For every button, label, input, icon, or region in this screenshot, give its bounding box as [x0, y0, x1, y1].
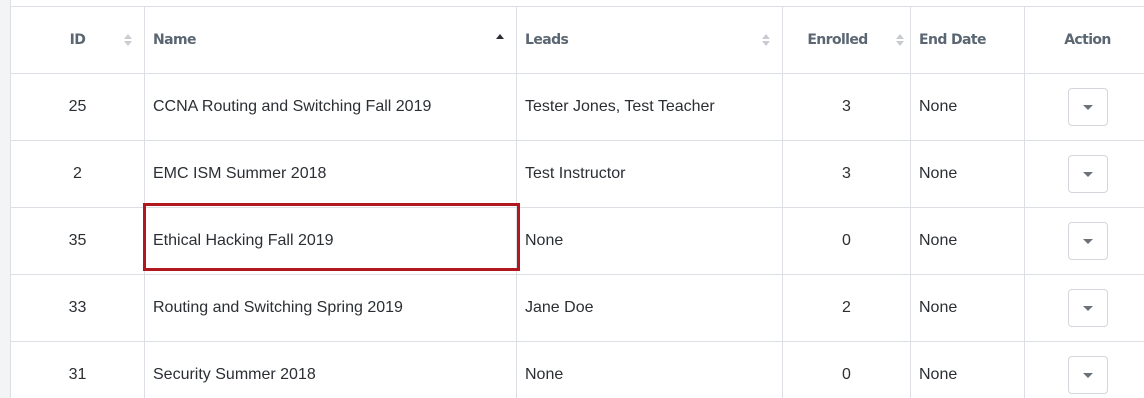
cell-enrolled: 3: [782, 140, 911, 208]
caret-down-icon: [1082, 104, 1093, 110]
column-header-label: Action: [1064, 32, 1111, 48]
sort-icon[interactable]: [896, 34, 904, 46]
column-header-action: Action: [1024, 6, 1144, 74]
cell-name: Ethical Hacking Fall 2019: [144, 207, 517, 275]
courses-table: ID Name Leads Enrolled End Date Action 2…: [10, 6, 1144, 398]
action-dropdown-button[interactable]: [1067, 356, 1108, 394]
table-row: 2 EMC ISM Summer 2018 Test Instructor 3 …: [10, 140, 1144, 208]
action-dropdown-button[interactable]: [1067, 155, 1108, 193]
cell-action: [1024, 73, 1144, 141]
action-dropdown-button[interactable]: [1067, 88, 1108, 126]
cell-name: EMC ISM Summer 2018: [144, 140, 517, 208]
cell-id: 35: [10, 207, 145, 275]
caret-down-icon: [1082, 305, 1093, 311]
cell-name: Security Summer 2018: [144, 341, 517, 398]
table-header-row: ID Name Leads Enrolled End Date Action: [10, 6, 1144, 74]
caret-down-icon: [1082, 171, 1093, 177]
column-header-name[interactable]: Name: [144, 6, 517, 74]
caret-down-icon: [1082, 238, 1093, 244]
table-row: 25 CCNA Routing and Switching Fall 2019 …: [10, 73, 1144, 141]
table-row: 33 Routing and Switching Spring 2019 Jan…: [10, 274, 1144, 342]
cell-id: 31: [10, 341, 145, 398]
cell-action: [1024, 140, 1144, 208]
cell-end-date: None: [910, 73, 1025, 141]
sort-icon[interactable]: [762, 34, 770, 46]
cell-end-date: None: [910, 140, 1025, 208]
action-dropdown-button[interactable]: [1067, 289, 1108, 327]
cell-id: 2: [10, 140, 145, 208]
cell-leads: Tester Jones, Test Teacher: [516, 73, 783, 141]
cell-id: 25: [10, 73, 145, 141]
column-header-label: Enrolled: [807, 32, 868, 48]
cell-leads: None: [516, 207, 783, 275]
cell-leads: None: [516, 341, 783, 398]
cell-end-date: None: [910, 341, 1025, 398]
sort-ascending-icon[interactable]: [496, 34, 504, 46]
column-header-end-date: End Date: [910, 6, 1025, 74]
column-header-id[interactable]: ID: [10, 6, 145, 74]
cell-enrolled: 0: [782, 207, 911, 275]
course-table-view: ID Name Leads Enrolled End Date Action 2…: [0, 0, 1144, 398]
cell-leads: Test Instructor: [516, 140, 783, 208]
cell-leads: Jane Doe: [516, 274, 783, 342]
column-header-label: Name: [153, 32, 196, 48]
action-dropdown-button[interactable]: [1067, 222, 1108, 260]
column-header-label: End Date: [919, 32, 986, 48]
cell-name: Routing and Switching Spring 2019: [144, 274, 517, 342]
column-header-label: Leads: [525, 32, 569, 48]
cell-id: 33: [10, 274, 145, 342]
cell-end-date: None: [910, 207, 1025, 275]
cell-end-date: None: [910, 274, 1025, 342]
column-header-enrolled[interactable]: Enrolled: [782, 6, 911, 74]
cell-action: [1024, 274, 1144, 342]
table-row: 31 Security Summer 2018 None 0 None: [10, 341, 1144, 398]
sort-icon[interactable]: [124, 34, 132, 46]
caret-down-icon: [1082, 372, 1093, 378]
cell-action: [1024, 341, 1144, 398]
cell-enrolled: 3: [782, 73, 911, 141]
column-header-leads[interactable]: Leads: [516, 6, 783, 74]
cell-action: [1024, 207, 1144, 275]
table-row: 35 Ethical Hacking Fall 2019 None 0 None: [10, 207, 1144, 275]
cell-enrolled: 2: [782, 274, 911, 342]
column-header-label: ID: [69, 32, 86, 48]
cell-name: CCNA Routing and Switching Fall 2019: [144, 73, 517, 141]
cell-enrolled: 0: [782, 341, 911, 398]
